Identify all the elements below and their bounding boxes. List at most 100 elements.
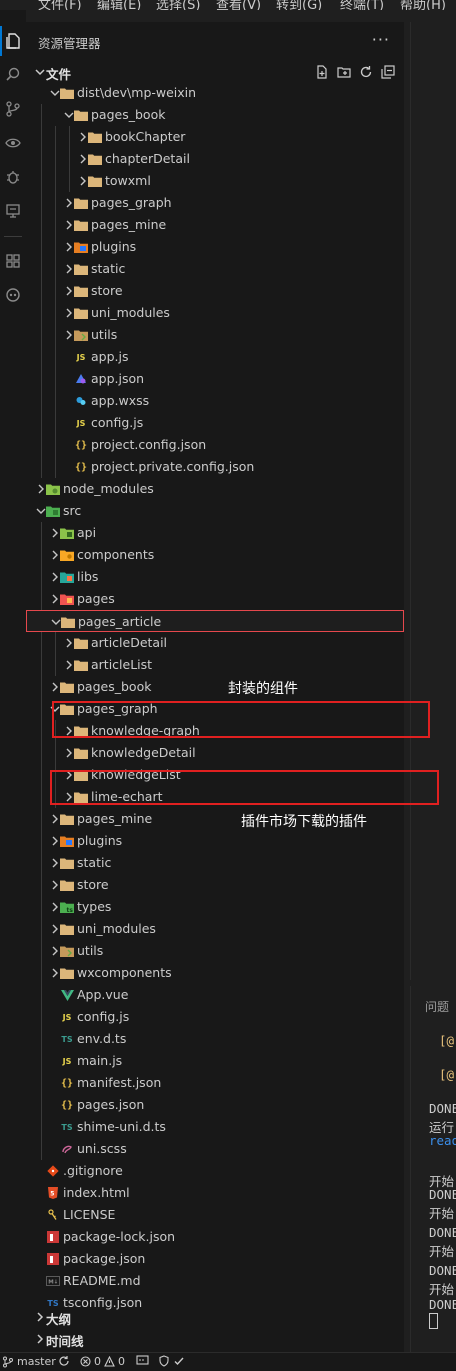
folder-utils-icon (60, 943, 74, 959)
new-file-icon[interactable] (314, 64, 330, 80)
folder-item[interactable]: static (26, 852, 404, 874)
more-actions-icon[interactable]: ··· (372, 30, 390, 49)
file-item[interactable]: JS config.js (26, 412, 404, 434)
file-item[interactable]: {} manifest.json (26, 1072, 404, 1094)
js-icon: JS (76, 352, 86, 362)
tree-item-label: app.wxss (91, 393, 150, 408)
file-item[interactable]: package-lock.json (26, 1226, 404, 1248)
folder-libs-icon (60, 569, 74, 585)
ts-icon: TS (61, 1034, 73, 1044)
folder-item[interactable]: libs (26, 566, 404, 588)
folder-item[interactable]: store (26, 874, 404, 896)
file-item[interactable]: 5 index.html (26, 1182, 404, 1204)
search-icon[interactable] (0, 60, 26, 90)
tab-problems[interactable]: 问题 (425, 998, 449, 1015)
folder-item[interactable]: chapterDetail (26, 148, 404, 170)
folder-icon (61, 614, 75, 630)
folder-item[interactable]: articleDetail (26, 632, 404, 654)
menu-item[interactable]: 终端(T) (340, 0, 384, 10)
outline-section-header[interactable]: 大纲 (26, 1306, 404, 1328)
folder-icon (74, 305, 88, 321)
debug-icon[interactable] (0, 162, 26, 192)
folder-item[interactable]: pages_mine (26, 214, 404, 236)
folder-item[interactable]: components (26, 544, 404, 566)
file-item[interactable]: app.wxss (26, 390, 404, 412)
folder-item[interactable]: knowledgeDetail (26, 742, 404, 764)
remote-explorer-icon[interactable] (0, 196, 26, 226)
json-icon: {} (60, 1077, 74, 1089)
warning-count: 0 (118, 1355, 125, 1368)
tree-item-label: app.js (91, 349, 129, 364)
folder-item[interactable]: src (26, 500, 404, 522)
file-item[interactable]: package.json (26, 1248, 404, 1270)
file-item[interactable]: JS config.js (26, 1006, 404, 1028)
folder-item[interactable]: static (26, 258, 404, 280)
folder-item[interactable]: utils (26, 324, 404, 346)
file-item[interactable]: LICENSE (26, 1204, 404, 1226)
folder-api-icon (60, 525, 74, 541)
explorer-section-header[interactable]: 文件 (26, 61, 404, 83)
tree-item-label: pages.json (77, 1097, 145, 1112)
folder-item[interactable]: api (26, 522, 404, 544)
ports-icon[interactable] (136, 1355, 149, 1366)
check-icon[interactable] (173, 1355, 185, 1367)
refresh-icon[interactable] (358, 64, 374, 80)
tree-item-label: pages_mine (77, 811, 153, 826)
collapse-all-icon[interactable] (380, 64, 396, 80)
tree-item-label: node_modules (63, 481, 154, 496)
folder-item[interactable]: uni_modules (26, 302, 404, 324)
extensions-icon[interactable] (0, 246, 26, 276)
file-item[interactable]: {} pages.json (26, 1094, 404, 1116)
menu-item[interactable]: 帮助(H) (400, 0, 446, 10)
folder-item[interactable]: utils (26, 940, 404, 962)
explorer-icon[interactable] (0, 26, 26, 56)
copilot-icon[interactable] (0, 280, 26, 310)
folder-components-icon (60, 547, 74, 563)
folder-item[interactable]: pages_book (26, 676, 404, 698)
menu-item[interactable]: 选择(S) (156, 0, 200, 10)
folder-pages-icon (60, 591, 74, 607)
file-item[interactable]: TS shime-uni.d.ts (26, 1116, 404, 1138)
tree-item-label: pages (77, 591, 115, 606)
tree-item-label: pages_mine (91, 217, 167, 232)
sync-icon[interactable] (58, 1355, 70, 1367)
folder-item[interactable]: wxcomponents (26, 962, 404, 984)
folder-item[interactable]: plugins (26, 830, 404, 852)
folder-item[interactable]: plugins (26, 236, 404, 258)
timeline-section-header[interactable]: 时间线 (26, 1328, 404, 1350)
shield-icon[interactable] (158, 1355, 170, 1367)
source-control-icon[interactable] (0, 94, 26, 124)
file-item[interactable]: uni.scss (26, 1138, 404, 1160)
file-item[interactable]: TS env.d.ts (26, 1028, 404, 1050)
folder-item[interactable]: towxml (26, 170, 404, 192)
problems-indicator[interactable]: 0 0 (80, 1355, 125, 1368)
file-item[interactable]: .gitignore (26, 1160, 404, 1182)
folder-item[interactable]: dist\dev\mp-weixin (26, 82, 404, 104)
file-item[interactable]: {} project.private.config.json (26, 456, 404, 478)
folder-item[interactable]: pages (26, 588, 404, 610)
folder-item[interactable]: pages_book (26, 104, 404, 126)
folder-item[interactable]: ts types (26, 896, 404, 918)
menu-item[interactable]: 查看(V) (216, 0, 261, 10)
folder-item[interactable]: pages_graph (26, 192, 404, 214)
menu-item[interactable]: 编辑(E) (97, 0, 141, 10)
folder-item[interactable]: articleList (26, 654, 404, 676)
folder-item[interactable]: pages_article (26, 610, 404, 632)
folder-item[interactable]: node_modules (26, 478, 404, 500)
file-item[interactable]: JS main.js (26, 1050, 404, 1072)
new-folder-icon[interactable] (336, 64, 352, 80)
branch-indicator[interactable]: master (2, 1355, 56, 1368)
folder-item[interactable]: store (26, 280, 404, 302)
folder-plugins-icon (60, 833, 74, 849)
file-item[interactable]: M↓ README.md (26, 1270, 404, 1292)
menu-item[interactable]: 转到(G) (276, 0, 322, 10)
folder-item[interactable]: uni_modules (26, 918, 404, 940)
preview-icon[interactable] (0, 128, 26, 158)
file-item[interactable]: {} project.config.json (26, 434, 404, 456)
file-item[interactable]: JS app.js (26, 346, 404, 368)
file-item[interactable]: app.json (26, 368, 404, 390)
tree-item-label: uni_modules (77, 921, 156, 936)
menu-item[interactable]: 文件(F) (38, 0, 82, 10)
file-item[interactable]: App.vue (26, 984, 404, 1006)
folder-item[interactable]: bookChapter (26, 126, 404, 148)
